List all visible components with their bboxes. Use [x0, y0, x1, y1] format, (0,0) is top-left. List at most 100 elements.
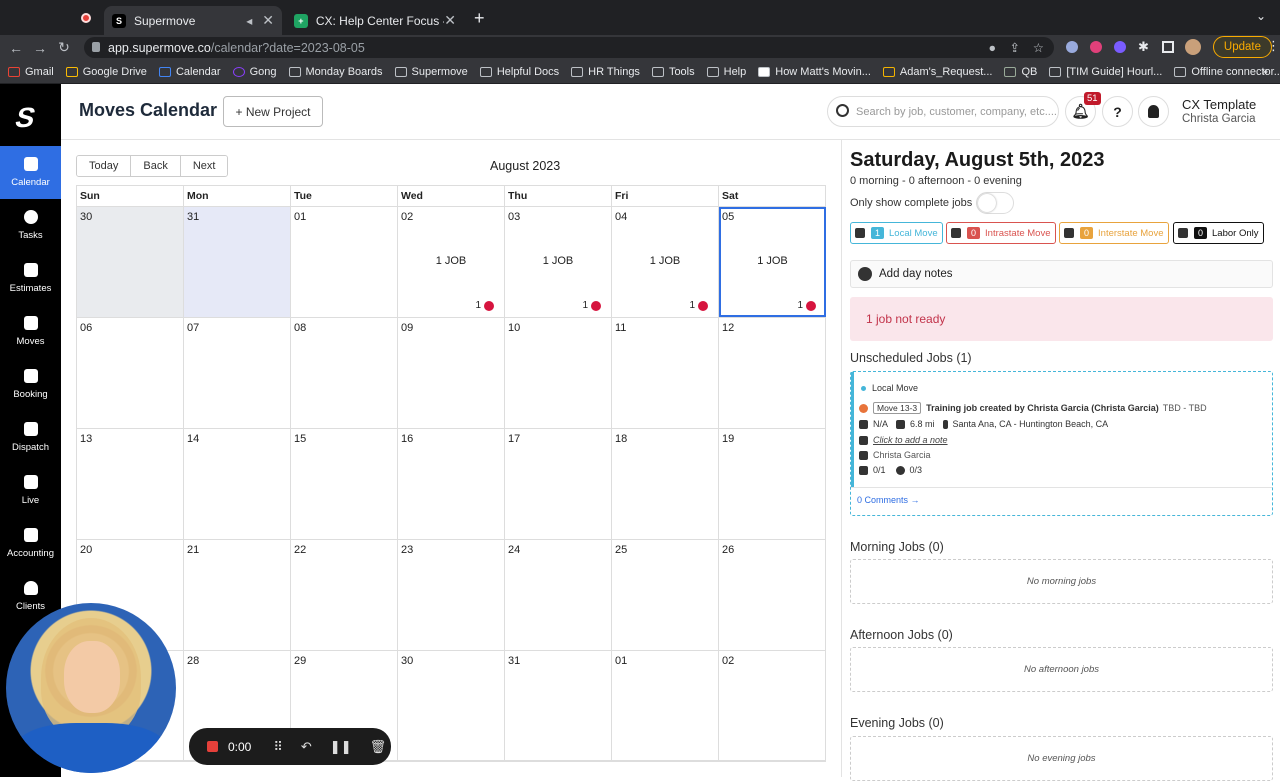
extension-icon[interactable]: [1066, 41, 1078, 53]
back-arrow-icon[interactable]: ←: [4, 40, 28, 56]
bookmark-gmail[interactable]: Gmail: [8, 66, 54, 78]
new-tab-icon[interactable]: +: [474, 8, 485, 29]
calendar-day-cell[interactable]: 21: [184, 540, 291, 650]
forward-arrow-icon[interactable]: →: [28, 40, 52, 56]
bookmark-folder[interactable]: Supermove: [394, 66, 468, 78]
day-job-count[interactable]: 1 JOB: [505, 255, 611, 267]
calendar-day-cell[interactable]: 16: [398, 429, 505, 539]
sidebar-item-dispatch[interactable]: Dispatch: [0, 411, 61, 464]
bookmark-star-icon[interactable]: ☆: [1033, 40, 1044, 55]
kebab-menu-icon[interactable]: ⋮: [1267, 38, 1280, 54]
calendar-day-cell[interactable]: 15: [291, 429, 398, 539]
tab-search-icon[interactable]: ⌄: [1256, 9, 1266, 23]
sidebar-item-accounting[interactable]: Accounting: [0, 517, 61, 570]
browser-tab-sheets[interactable]: + CX: Help Center Focus - Googl ✕: [286, 6, 464, 35]
sidebar-item-estimates[interactable]: Estimates: [0, 252, 61, 305]
calendar-day-cell[interactable]: 08: [291, 318, 398, 428]
extension-icon[interactable]: [1114, 41, 1126, 53]
profile-avatar-icon[interactable]: [1185, 39, 1201, 55]
sidebar-item-calendar[interactable]: Calendar: [0, 146, 61, 199]
bookmark-calendar[interactable]: Calendar: [158, 66, 221, 78]
calendar-day-cell[interactable]: 31: [505, 651, 612, 761]
calendar-day-cell[interactable]: 05 1 JOB 1: [719, 207, 826, 317]
trash-icon[interactable]: 🗑︎: [370, 739, 387, 755]
puzzle-icon[interactable]: ✱: [1138, 39, 1149, 55]
update-button[interactable]: Update: [1212, 36, 1272, 58]
calendar-day-cell[interactable]: 11: [612, 318, 719, 428]
extension-icon[interactable]: [1090, 41, 1102, 53]
search-input[interactable]: Search by job, customer, company, etc...…: [827, 96, 1059, 127]
calendar-day-cell[interactable]: 30: [398, 651, 505, 761]
bookmark-folder[interactable]: HR Things: [571, 66, 640, 78]
calendar-day-cell[interactable]: 02: [719, 651, 826, 761]
unscheduled-job-card[interactable]: Local Move Move 13-3 Training job create…: [850, 371, 1273, 516]
sidebar-item-booking[interactable]: Booking: [0, 358, 61, 411]
address-bar[interactable]: app.supermove.co/calendar?date=2023-08-0…: [84, 37, 1054, 58]
complete-jobs-toggle[interactable]: [976, 192, 1014, 214]
job-note-row[interactable]: Click to add a note: [859, 435, 948, 445]
calendar-day-cell[interactable]: 17: [505, 429, 612, 539]
calendar-day-cell[interactable]: 06: [77, 318, 184, 428]
calendar-day-cell[interactable]: 22: [291, 540, 398, 650]
calendar-day-cell[interactable]: 13: [77, 429, 184, 539]
bookmark-gong[interactable]: Gong: [232, 66, 277, 78]
filter-local-move[interactable]: 1 Local Move: [850, 222, 943, 244]
close-tab-icon[interactable]: ✕: [444, 12, 456, 29]
calendar-day-cell[interactable]: 24: [505, 540, 612, 650]
bookmark-folder[interactable]: Monday Boards: [288, 66, 383, 78]
supermove-logo-icon[interactable]: S: [12, 102, 39, 134]
mic-icon[interactable]: ●: [988, 41, 996, 55]
filter-labor-only[interactable]: 0 Labor Only: [1173, 222, 1264, 244]
ghost-button[interactable]: [1138, 96, 1169, 127]
reload-icon[interactable]: ↻: [52, 39, 76, 56]
bookmark-folder[interactable]: Help: [706, 66, 746, 78]
help-button[interactable]: ?: [1102, 96, 1133, 127]
stop-recording-icon[interactable]: [207, 741, 218, 752]
filter-intrastate-move[interactable]: 0 Intrastate Move: [946, 222, 1056, 244]
calendar-day-cell[interactable]: 07: [184, 318, 291, 428]
calendar-day-cell[interactable]: 25: [612, 540, 719, 650]
calendar-day-cell[interactable]: 18: [612, 429, 719, 539]
add-day-notes-button[interactable]: Add day notes: [850, 260, 1273, 288]
close-tab-icon[interactable]: ✕: [262, 12, 274, 29]
sidebar-item-live[interactable]: Live: [0, 464, 61, 517]
back-button[interactable]: Back: [131, 156, 181, 176]
calendar-day-cell[interactable]: 12: [719, 318, 826, 428]
bookmark-link[interactable]: How Matt's Movin...: [758, 66, 871, 78]
comments-link[interactable]: 0 Comments →: [857, 495, 920, 505]
sidebar-item-tasks[interactable]: Tasks: [0, 199, 61, 252]
calendar-day-cell[interactable]: 30: [77, 207, 184, 317]
next-button[interactable]: Next: [180, 156, 228, 176]
pause-icon[interactable]: ❚❚: [330, 739, 352, 755]
calendar-day-cell[interactable]: 09: [398, 318, 505, 428]
calendar-day-cell[interactable]: 23: [398, 540, 505, 650]
calendar-day-cell[interactable]: 19: [719, 429, 826, 539]
new-project-button[interactable]: + New Project: [223, 96, 323, 127]
bookmark-folder[interactable]: Tools: [651, 66, 695, 78]
user-name[interactable]: Christa Garcia: [1182, 113, 1256, 125]
calendar-day-cell[interactable]: 14: [184, 429, 291, 539]
today-button[interactable]: Today: [77, 156, 132, 176]
calendar-day-cell[interactable]: 03 1 JOB 1: [505, 207, 612, 317]
day-job-count[interactable]: 1 JOB: [398, 255, 504, 267]
webcam-bubble[interactable]: [6, 603, 176, 773]
more-bookmarks-icon[interactable]: »: [1262, 66, 1268, 78]
calendar-day-cell[interactable]: 04 1 JOB 1: [612, 207, 719, 317]
calendar-day-cell[interactable]: 01: [612, 651, 719, 761]
org-name[interactable]: CX Template: [1182, 97, 1256, 112]
side-panel-icon[interactable]: [1162, 41, 1174, 53]
bookmark-google-drive[interactable]: Google Drive: [65, 66, 147, 78]
filter-interstate-move[interactable]: 0 Interstate Move: [1059, 222, 1169, 244]
calendar-day-cell[interactable]: 10: [505, 318, 612, 428]
undo-icon[interactable]: ↶: [301, 739, 312, 755]
share-icon[interactable]: ⇪: [1010, 40, 1020, 55]
bookmark-link[interactable]: Adam's_Request...: [882, 66, 992, 78]
bookmark-link[interactable]: QB: [1004, 66, 1037, 78]
job-title-row[interactable]: Move 13-3 Training job created by Christ…: [859, 402, 1207, 414]
calendar-day-cell[interactable]: 02 1 JOB 1: [398, 207, 505, 317]
browser-tab-supermove[interactable]: S Supermove ◂ ✕: [104, 6, 282, 35]
bookmark-link[interactable]: [TIM Guide] Hourl...: [1049, 66, 1162, 78]
bookmark-folder[interactable]: Helpful Docs: [479, 66, 559, 78]
day-job-count[interactable]: 1 JOB: [719, 255, 826, 267]
grid-icon[interactable]: ⠿: [273, 739, 283, 755]
